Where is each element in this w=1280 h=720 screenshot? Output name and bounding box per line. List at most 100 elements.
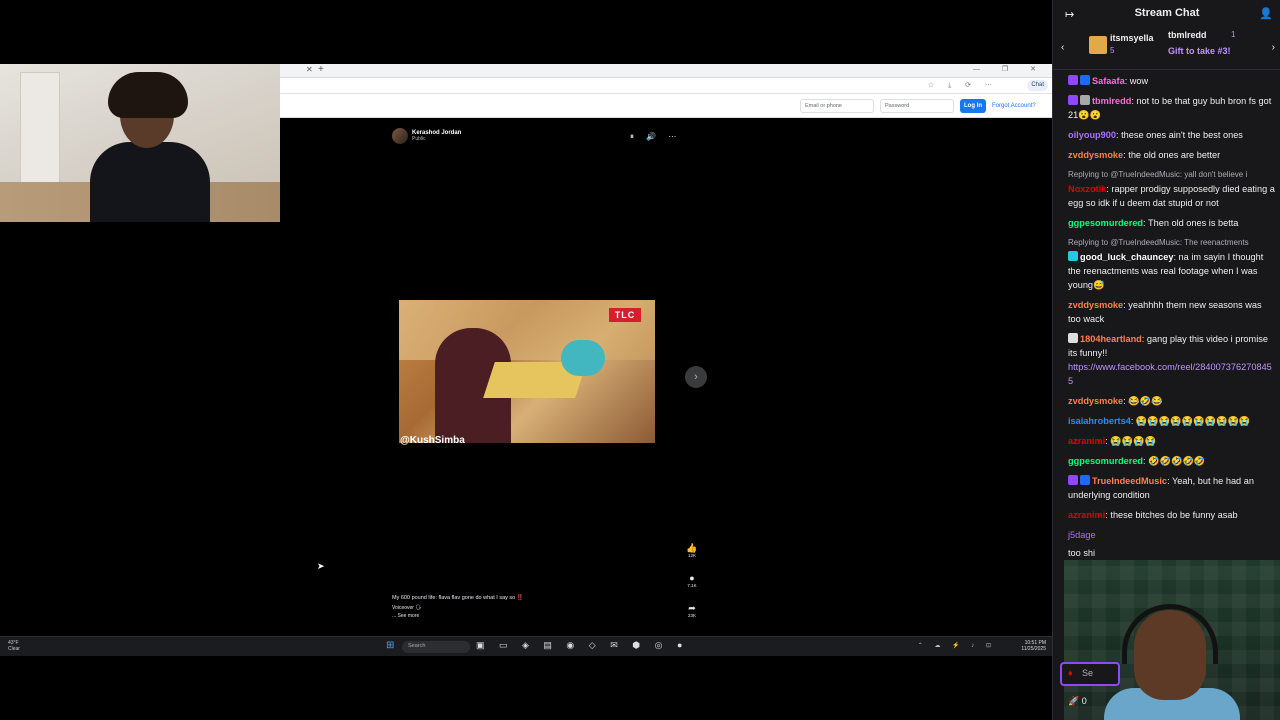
chat-username[interactable]: TrueIndeedMusic [1092,476,1167,486]
chat-message: TrueIndeedMusic: Yeah, but he had an und… [1068,474,1275,502]
video-person-seated [561,340,605,376]
chat-badge-icon[interactable] [1068,75,1078,85]
like-icon[interactable]: 👍 [684,543,700,553]
weather-widget[interactable]: 43°F Clear [8,640,20,652]
chat-badge-icon[interactable] [1068,333,1078,343]
chat-username[interactable]: azranimi [1068,436,1105,446]
chat-text: Then old ones is betta [1148,218,1239,228]
reel-caption: My 600 pound life: flava flav gone do wh… [392,595,612,619]
audio-label[interactable]: Voiceover 🗣 [392,605,612,611]
cam-person-hair [108,72,188,118]
chat-input-placeholder: Se [1082,668,1094,678]
window-controls[interactable]: — ❐ ✕ [973,65,1046,73]
chat-username[interactable]: azranimi [1068,510,1105,520]
chat-username[interactable]: zvddysmoke [1068,150,1123,160]
chat-message: ggpesomurdered: Then old ones is betta [1068,216,1275,230]
chat-username[interactable]: zvddysmoke [1068,300,1123,310]
start-menu-icon[interactable]: ⊞ [386,641,396,651]
webcam-overlay [0,64,280,222]
address-bar[interactable]: ☆ ⤓ ⟳ ⋯ Chat [280,78,1052,94]
chat-message: Replying to @TrueIndeedMusic: The reenac… [1068,236,1275,292]
gift-cta[interactable]: Gift to take #3! [1168,46,1231,56]
chat-extension-button[interactable]: Chat [1027,80,1048,91]
see-more-link[interactable]: ... See more [392,613,612,619]
channel-points[interactable]: 🚀 0 [1068,696,1087,707]
chat-message: Safaafa: wow [1068,74,1275,88]
video-frame[interactable]: TLC [399,300,655,443]
community-icon[interactable]: 👤 [1259,7,1273,20]
chat-message: azranimi: 😭😭😭😭 [1068,434,1275,448]
chat-title: Stream Chat [1134,7,1200,19]
taskbar-search[interactable]: Search [402,641,470,653]
share-count: 23K [687,613,696,618]
next-video-button[interactable]: › [685,366,707,388]
bits-icon[interactable]: ♦ [1068,668,1073,678]
chat-message: azranimi: these bitches do be funny asab [1068,508,1275,522]
share-icon[interactable]: ➦ [684,603,700,613]
chat-message-partial: j5dage [1068,530,1096,540]
comment-icon[interactable]: ● [684,573,700,583]
gifter-2-count: 1 [1231,30,1236,39]
chat-username[interactable]: good_luck_chauncey [1080,252,1173,262]
chat-badge-icon[interactable] [1068,475,1078,485]
chat-header: ↦ Stream Chat 👤 [1053,0,1280,28]
chat-text: these bitches do be funny asab [1110,510,1238,520]
chat-badge-icon[interactable] [1080,75,1090,85]
chat-text: 😭😭😭😭 [1110,436,1157,446]
chevron-left-icon[interactable]: ‹ [1061,42,1064,53]
gifter-2-name[interactable]: tbmlredd [1168,30,1207,40]
windows-taskbar: 43°F Clear ⊞ Search ▣ ▭ ◈ ▤ ◉ ◇ ✉ ⬢ ◎ ● … [0,636,1052,656]
chat-message: isaiahroberts4: 😭😭😭😭😭😭😭😭😭😭 [1068,414,1275,428]
chat-text: these ones ain't the best ones [1121,130,1243,140]
video-handle-overlay: @KushSimba [400,435,465,446]
tab-close-icon[interactable]: ✕ [306,65,313,74]
chat-input[interactable]: ♦ Se [1060,662,1120,686]
gift-leaderboard: ‹ itsmsyella 5 tbmlredd 1 Gift to take #… [1053,28,1280,70]
reply-context[interactable]: Replying to @TrueIndeedMusic: yall don't… [1068,168,1275,182]
chat-username[interactable]: zvddysmoke [1068,396,1123,406]
chat-username[interactable]: isaiahroberts4 [1068,416,1131,426]
login-button[interactable]: Log In [960,99,986,113]
forgot-account-link[interactable]: Forgot Account? [992,103,1036,109]
chat-text: the old ones are better [1128,150,1221,160]
new-tab-button[interactable]: + [318,64,324,75]
toolbar-icons[interactable]: ☆ ⤓ ⟳ ⋯ [928,81,998,90]
pinned-apps[interactable]: ▣ ▭ ◈ ▤ ◉ ◇ ✉ ⬢ ◎ ● [476,640,688,651]
chat-badge-icon[interactable] [1080,95,1090,105]
cam-person [90,72,210,222]
taskbar-clock[interactable]: 10:51 PM 11/25/2025 [1021,640,1046,652]
email-field[interactable]: Email or phone [800,99,874,113]
visibility-label: Public [412,136,426,142]
chat-username[interactable]: tbmlredd [1092,96,1131,106]
chat-badge-icon[interactable] [1068,95,1078,105]
system-tray-icons[interactable]: ⌃ ☁ ⚡ ♪ ⊡ [918,642,996,649]
chat-username[interactable]: Noxzotik [1068,184,1106,194]
password-field[interactable]: Password [880,99,954,113]
screen: ✕ + — ❐ ✕ ☆ ⤓ ⟳ ⋯ Chat Email or phone Pa… [0,0,1280,720]
gifter-1-name[interactable]: itsmsyella [1110,33,1154,43]
chevron-right-icon[interactable]: › [1272,42,1275,53]
poster-info[interactable]: Kerashod Jordan Public [392,128,461,144]
caption-text: My 600 pound life: flava flav gone do wh… [392,595,524,601]
chat-badge-icon[interactable] [1080,475,1090,485]
reel-viewer: Kerashod Jordan Public ⏸ 🔊 ⋯ TLC @KushSi… [280,118,1052,636]
reply-context[interactable]: Replying to @TrueIndeedMusic: The reenac… [1068,236,1275,250]
chat-message: Replying to @TrueIndeedMusic: yall don't… [1068,168,1275,210]
poster-avatar[interactable] [392,128,408,144]
chat-badge-icon[interactable] [1068,251,1078,261]
chat-message: 1804heartland: gang play this video i pr… [1068,332,1275,388]
chat-username[interactable]: oilyoup900 [1068,130,1116,140]
video-controls[interactable]: ⏸ 🔊 ⋯ [630,132,681,142]
chat-text: 😂🤣😂 [1128,396,1163,406]
browser-tab-bar: ✕ + — ❐ ✕ [280,64,1052,78]
chat-message: tbmlredd: not to be that guy buh bron fs… [1068,94,1275,122]
chat-username[interactable]: ggpesomurdered [1068,456,1143,466]
facebook-login-bar: Email or phone Password Log In Forgot Ac… [280,94,1052,118]
tlc-logo: TLC [609,308,641,322]
chat-link[interactable]: https://www.facebook.com/reel/2840073762… [1068,360,1275,388]
chat-username[interactable]: Safaafa [1092,76,1125,86]
chat-message: oilyoup900: these ones ain't the best on… [1068,128,1275,142]
cam-person-body [90,142,210,222]
chat-username[interactable]: ggpesomurdered [1068,218,1143,228]
chat-username[interactable]: 1804heartland [1080,334,1142,344]
